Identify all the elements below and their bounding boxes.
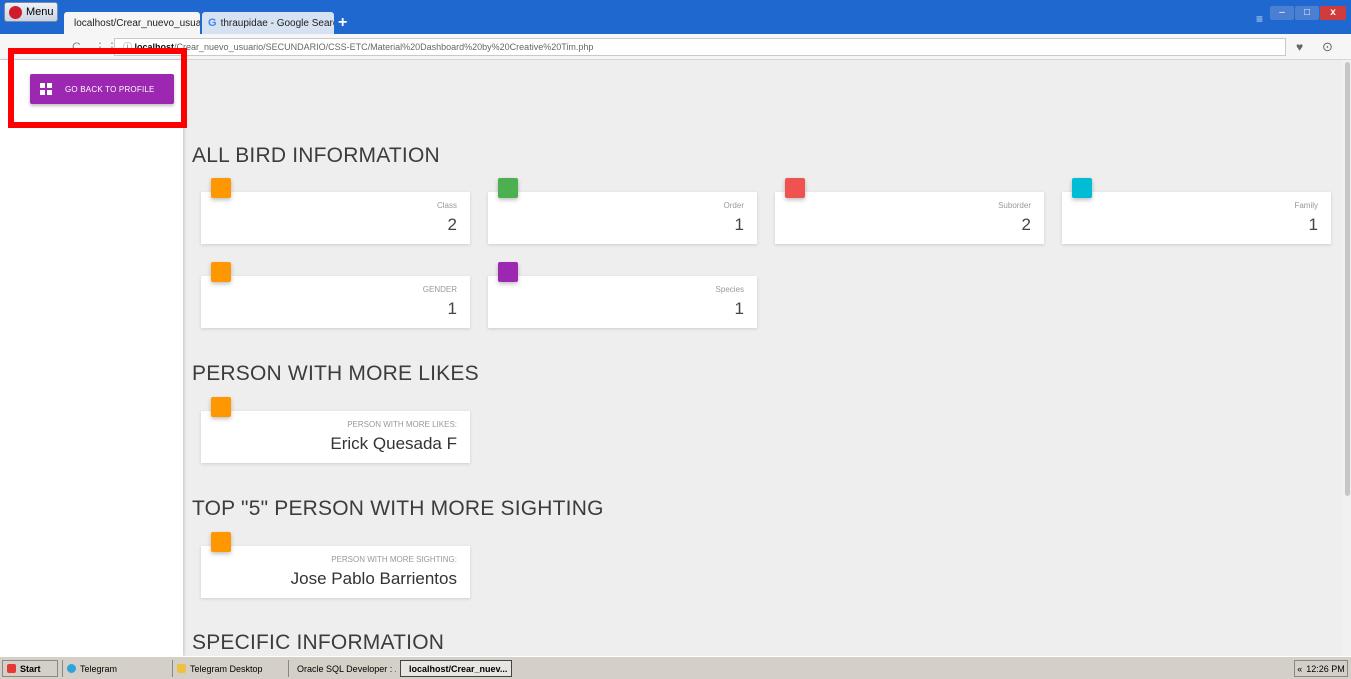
card-label: Order [723,201,744,210]
taskbar-item-oracle-sql[interactable]: Oracle SQL Developer : ... [288,660,396,677]
taskbar-item-label: Telegram Desktop [190,663,263,674]
folder-icon [177,664,186,673]
clock-time: 12:26 PM [1306,663,1345,674]
tab-title: thraupidae - Google Search [220,17,334,29]
minimize-button[interactable]: – [1270,6,1294,20]
taskbar-item-telegram-desktop[interactable]: Telegram Desktop [172,660,284,677]
sidebar: GO BACK TO PROFILE [0,60,183,656]
taskbar-item-telegram[interactable]: Telegram [62,660,170,677]
red-highlight-box [8,48,187,128]
card-square-icon [211,262,231,282]
new-tab-button[interactable]: + [338,14,347,32]
specific-information-title: SPECIFIC INFORMATION [192,631,445,654]
card-label: Species [715,285,744,294]
windows-logo-icon [7,664,16,673]
menu-label: Menu [26,6,54,18]
card-value: Jose Pablo Barrientos [290,569,457,588]
opera-menu-button[interactable]: Menu [4,2,58,22]
heart-icon[interactable]: ♥ [1296,40,1303,54]
close-window-button[interactable]: x [1320,6,1346,20]
sighting-card: PERSON WITH MORE SIGHTING: Jose Pablo Ba… [201,532,470,598]
card-value: 2 [447,215,457,234]
card-value: 2 [1021,215,1031,234]
stat-card-family: Family 1 [1062,178,1331,244]
card-value: Erick Quesada F [330,434,457,453]
person-with-more-likes-title: PERSON WITH MORE LIKES [192,362,479,385]
top-5-sighting-title: TOP "5" PERSON WITH MORE SIGHTING [192,497,604,520]
card-square-icon [498,262,518,282]
card-square-icon [1072,178,1092,198]
scrollbar-thumb[interactable] [1345,62,1350,496]
taskbar-item-label: Oracle SQL Developer : ... [297,663,396,674]
google-icon: G [208,17,217,29]
stat-card-class: Class 2 [201,178,470,244]
start-label: Start [20,663,41,674]
card-value: 1 [734,299,744,318]
stat-card-species: Species 1 [488,262,757,328]
tab-menu-icon[interactable]: ≡ [1256,12,1263,26]
card-label: Suborder [998,201,1031,210]
stat-card-gender: GENDER 1 [201,262,470,328]
start-button[interactable]: Start [2,660,58,677]
stat-card-order: Order 1 [488,178,757,244]
card-square-icon [211,397,231,417]
browser-tab-bar: Menu localhost/Crear_nuevo_usuar ✕ G thr… [0,0,1351,34]
card-label: PERSON WITH MORE LIKES: [347,420,457,429]
taskbar: Start Telegram Telegram Desktop Oracle S… [0,656,1351,679]
card-value: 1 [447,299,457,318]
card-square-icon [211,178,231,198]
tab-title: localhost/Crear_nuevo_usuar [74,17,200,29]
card-square-icon [785,178,805,198]
tray-expand-icon[interactable]: « [1297,664,1302,674]
likes-card: PERSON WITH MORE LIKES: Erick Quesada F [201,397,470,463]
address-bar: ← → C ⋮⋮ ⓘ localhost/Crear_nuevo_usuario… [0,34,1351,60]
maximize-button[interactable]: □ [1295,6,1319,20]
card-value: 1 [1308,215,1318,234]
card-square-icon [498,178,518,198]
tab-localhost[interactable]: localhost/Crear_nuevo_usuar ✕ [64,12,200,34]
tab-google-search[interactable]: G thraupidae - Google Search ✕ [202,12,334,34]
url-path: /Crear_nuevo_usuario/SECUNDARIO/CSS-ETC/… [174,42,594,52]
all-bird-information-title: ALL BIRD INFORMATION [192,144,440,167]
card-label: GENDER [422,285,457,294]
telegram-icon [67,664,76,673]
opera-news-icon[interactable]: ⊙ [1322,39,1333,55]
taskbar-item-label: Telegram [80,663,118,674]
card-value: 1 [734,215,744,234]
system-clock[interactable]: « 12:26 PM [1294,660,1348,677]
taskbar-item-label: localhost/Crear_nuev... [409,663,508,674]
stat-card-suborder: Suborder 2 [775,178,1044,244]
card-label: Class [436,201,457,210]
taskbar-item-localhost[interactable]: localhost/Crear_nuev... [400,660,512,677]
card-square-icon [211,532,231,552]
card-label: PERSON WITH MORE SIGHTING: [331,555,457,564]
url-field[interactable]: ⓘ localhost/Crear_nuevo_usuario/SECUNDAR… [114,38,1286,56]
opera-logo-icon [9,5,22,19]
card-label: Family [1294,201,1318,210]
